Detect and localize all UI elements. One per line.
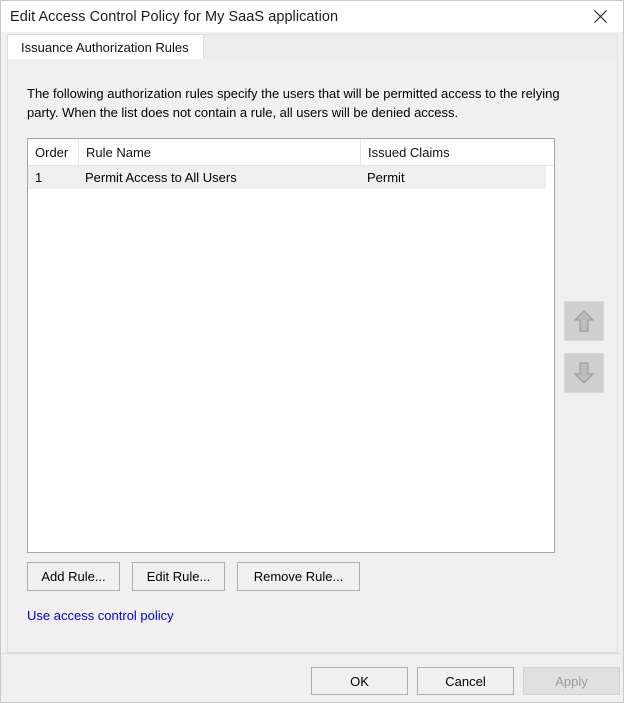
dialog-title: Edit Access Control Policy for My SaaS a… <box>10 8 339 25</box>
edit-rule-button[interactable]: Edit Rule... <box>132 562 225 591</box>
close-button[interactable] <box>578 1 623 32</box>
column-header-rule-name[interactable]: Rule Name <box>78 139 360 165</box>
remove-rule-button[interactable]: Remove Rule... <box>237 562 360 591</box>
column-header-issued-claims[interactable]: Issued Claims <box>360 139 554 165</box>
table-row[interactable]: 1 Permit Access to All Users Permit <box>28 166 546 189</box>
arrow-down-icon <box>573 361 595 385</box>
arrow-up-icon <box>573 309 595 333</box>
cancel-button[interactable]: Cancel <box>417 667 514 695</box>
rules-list[interactable]: Order Rule Name Issued Claims 1 Permit A… <box>27 138 555 553</box>
cell-order: 1 <box>35 170 43 185</box>
cell-rule-name: Permit Access to All Users <box>85 170 237 185</box>
title-bar: Edit Access Control Policy for My SaaS a… <box>1 1 623 32</box>
tab-label: Issuance Authorization Rules <box>21 40 189 55</box>
ok-button[interactable]: OK <box>311 667 408 695</box>
rules-list-header: Order Rule Name Issued Claims <box>28 139 554 166</box>
close-x-icon <box>594 10 607 23</box>
column-header-order[interactable]: Order <box>28 139 78 165</box>
cell-issued-claims: Permit <box>367 170 405 185</box>
add-rule-button[interactable]: Add Rule... <box>27 562 120 591</box>
tab-issuance-authorization-rules[interactable]: Issuance Authorization Rules <box>7 34 204 60</box>
description-text: The following authorization rules specif… <box>27 86 560 120</box>
move-rule-up-button[interactable] <box>564 301 604 341</box>
move-rule-down-button[interactable] <box>564 353 604 393</box>
use-access-control-policy-link[interactable]: Use access control policy <box>27 608 174 623</box>
edit-access-control-policy-dialog: Edit Access Control Policy for My SaaS a… <box>0 0 624 703</box>
tab-strip: Issuance Authorization Rules <box>7 34 618 60</box>
tab-page: The following authorization rules specif… <box>7 59 618 653</box>
apply-button[interactable]: Apply <box>523 667 620 695</box>
dialog-footer: OK Cancel Apply <box>1 654 623 702</box>
